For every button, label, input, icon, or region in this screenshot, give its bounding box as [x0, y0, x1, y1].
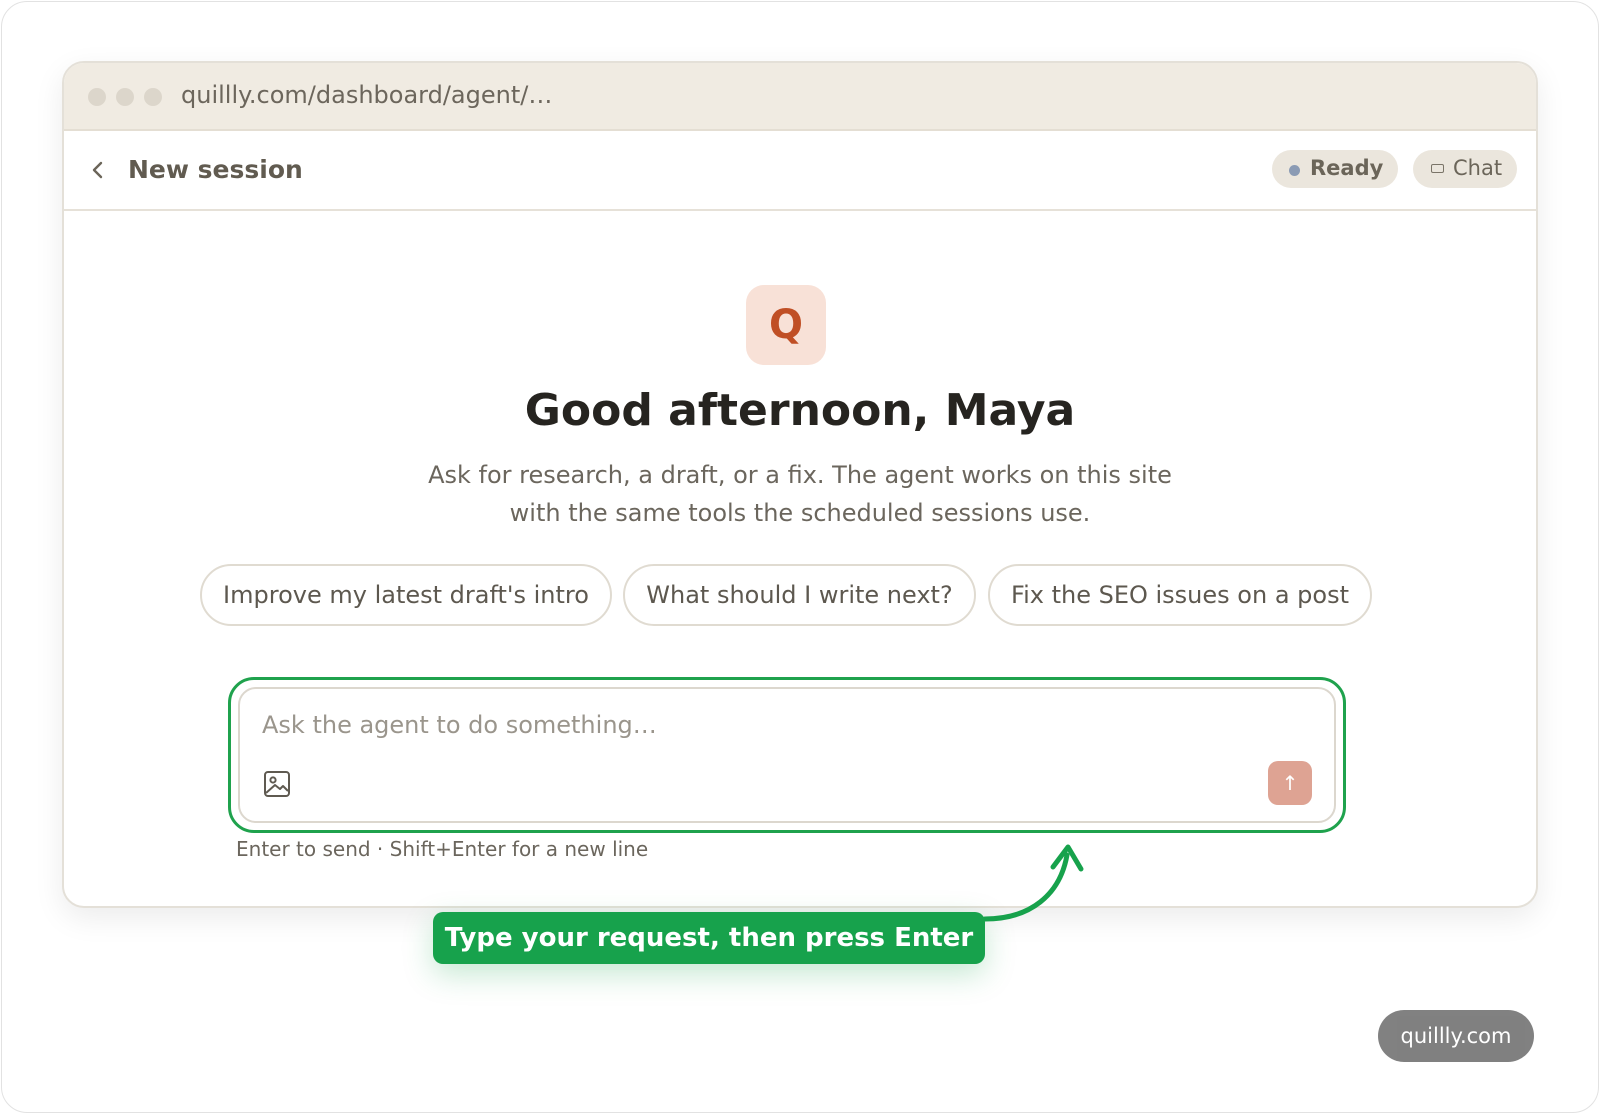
composer-hint: Enter to send · Shift+Enter for a new li…: [236, 837, 649, 861]
callout-arrow-icon: [982, 844, 1084, 922]
browser-titlebar: quillly.com/dashboard/agent/…: [64, 63, 1536, 131]
suggestion-write-next[interactable]: What should I write next?: [623, 564, 976, 626]
status-label: Ready: [1310, 156, 1384, 180]
page-title: New session: [128, 155, 303, 184]
watermark-badge: quillly.com: [1378, 1010, 1534, 1062]
suggestion-fix-seo[interactable]: Fix the SEO issues on a post: [988, 564, 1372, 626]
composer: ↑: [238, 687, 1336, 823]
instruction-callout: Type your request, then press Enter: [433, 912, 985, 964]
send-button[interactable]: ↑: [1268, 761, 1312, 805]
window-minimize-dot[interactable]: [116, 88, 134, 106]
intro-line-1: Ask for research, a draft, or a fix. The…: [428, 461, 1172, 489]
session-header: New session Ready Chat: [64, 131, 1536, 211]
status-badge: Ready: [1272, 150, 1398, 188]
greeting-heading: Good afternoon, Maya: [524, 385, 1076, 436]
agent-prompt-input[interactable]: [262, 707, 1262, 743]
suggestion-improve-intro[interactable]: Improve my latest draft's intro: [200, 564, 612, 626]
chevron-left-icon[interactable]: [88, 155, 108, 185]
chat-mode-label: Chat: [1453, 156, 1503, 180]
image-icon[interactable]: [262, 769, 292, 799]
quillly-logo: Q: [746, 285, 826, 365]
intro-line-2: with the same tools the scheduled sessio…: [509, 499, 1091, 527]
intro-text: Ask for research, a draft, or a fix. The…: [64, 456, 1536, 532]
chat-icon: [1431, 164, 1444, 173]
window-maximize-dot[interactable]: [144, 88, 162, 106]
window-close-dot[interactable]: [88, 88, 106, 106]
chat-mode-button[interactable]: Chat: [1413, 150, 1517, 188]
status-dot-icon: [1289, 165, 1300, 176]
address-bar-url[interactable]: quillly.com/dashboard/agent/…: [181, 81, 552, 109]
browser-window: quillly.com/dashboard/agent/… New sessio…: [62, 61, 1538, 908]
